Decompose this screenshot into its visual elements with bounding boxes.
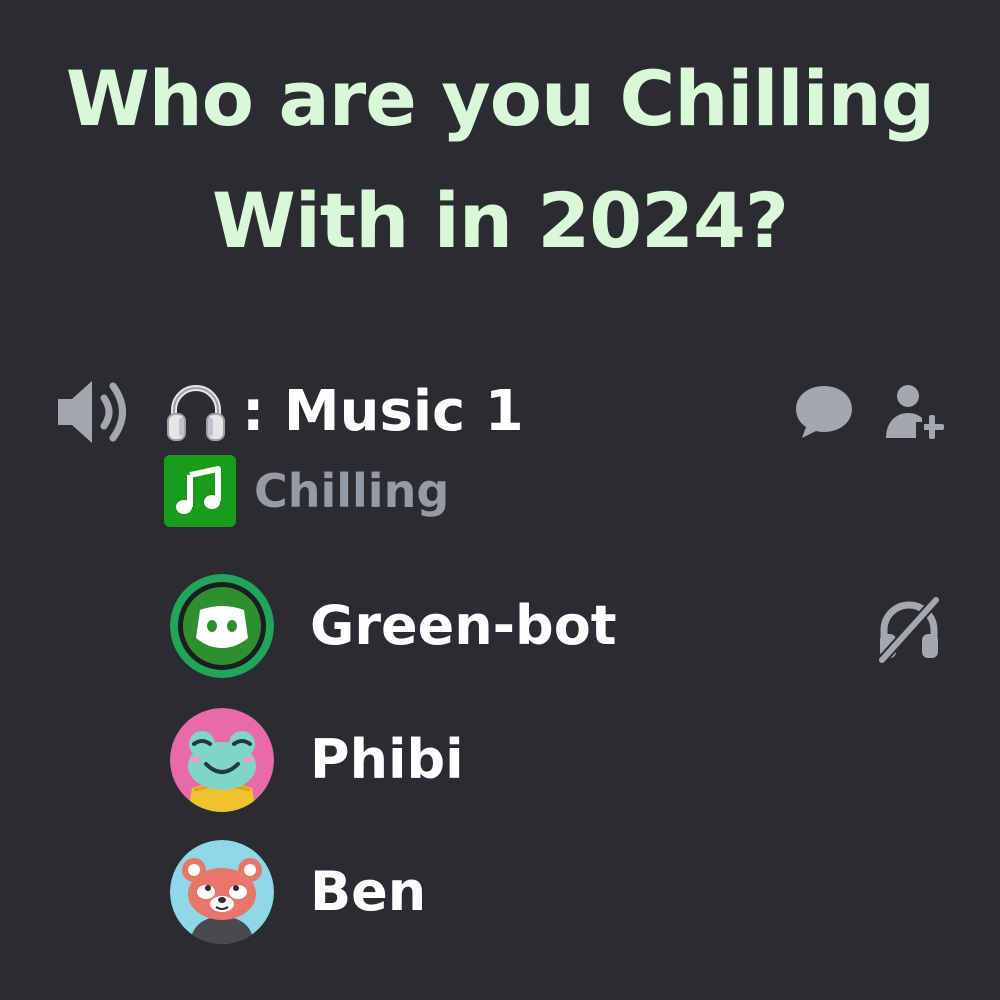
channel-title[interactable]: : Music 1	[164, 374, 524, 450]
chat-bubble-icon[interactable]	[792, 380, 856, 444]
member-name: Ben	[310, 860, 427, 923]
member-row-phibi[interactable]: Phibi	[170, 708, 950, 812]
headline-line-1: Who are you Chilling	[65, 54, 935, 143]
headline-line-2: With in 2024?	[212, 176, 789, 265]
discord-bot-avatar	[170, 574, 274, 678]
member-row-green-bot[interactable]: Green-bot	[170, 574, 950, 678]
channel-status: Chilling	[164, 454, 449, 528]
member-row-ben[interactable]: Ben	[170, 840, 950, 944]
status-text: Chilling	[254, 464, 450, 518]
deafened-icon	[878, 596, 940, 664]
speaker-icon	[58, 381, 126, 443]
red-panda-avatar	[170, 840, 274, 944]
channel-name: : Music 1	[242, 379, 524, 444]
music-note-icon	[164, 455, 236, 527]
voice-channel[interactable]: : Music 1	[52, 368, 952, 458]
frog-avatar	[170, 708, 274, 812]
add-user-icon[interactable]	[878, 380, 948, 444]
member-name: Green-bot	[310, 594, 617, 657]
member-name: Phibi	[310, 728, 464, 791]
headline: Who are you Chilling With in 2024?	[0, 38, 1000, 282]
headphone-icon	[167, 385, 225, 441]
